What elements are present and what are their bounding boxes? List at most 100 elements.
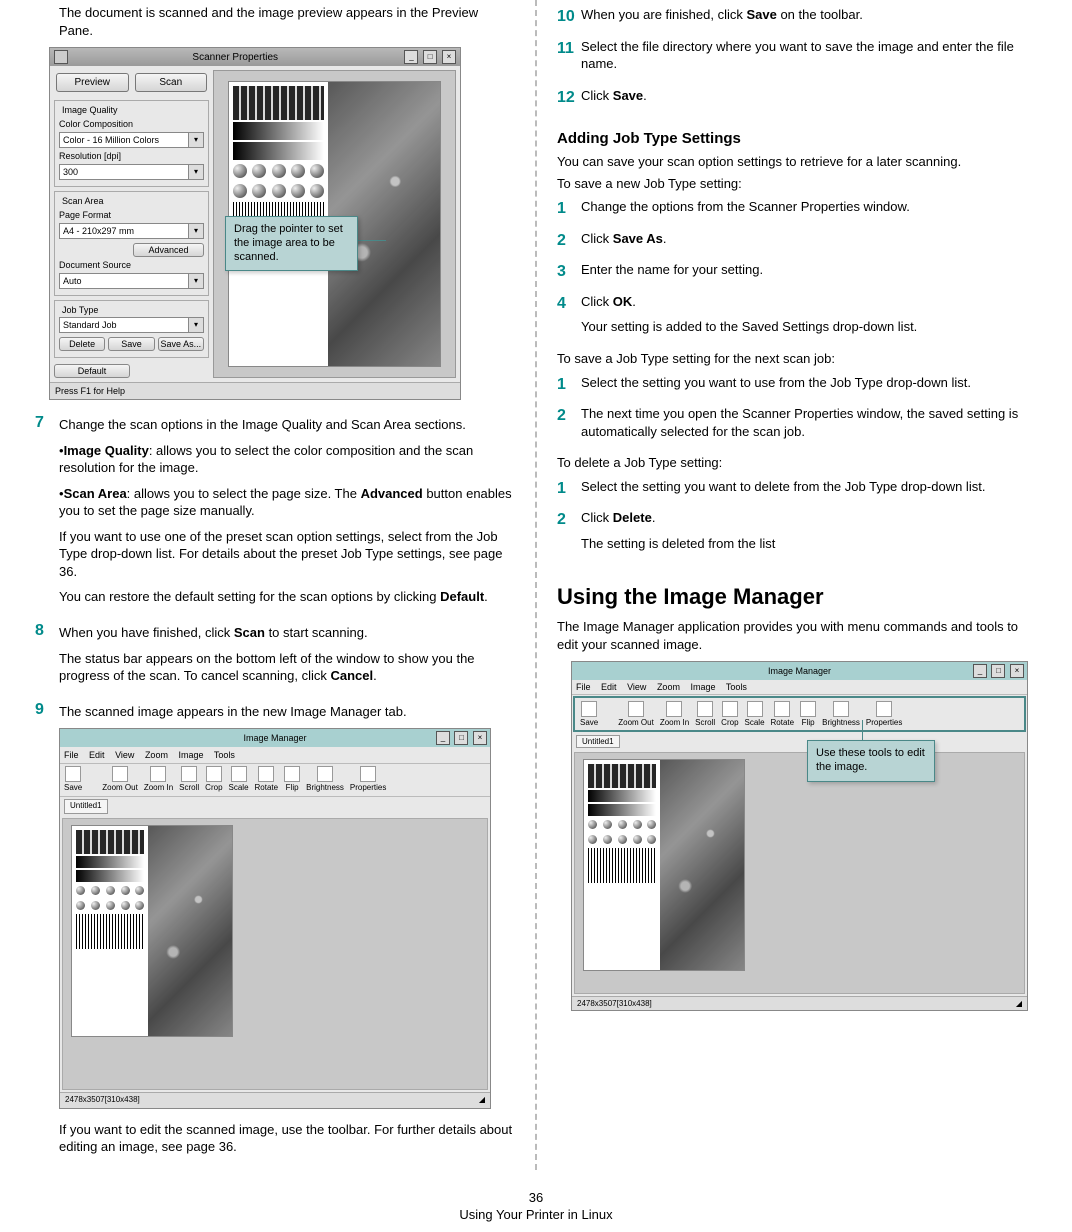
rotate-icon bbox=[258, 766, 274, 782]
window-title: Image Manager bbox=[768, 666, 831, 676]
save-new-step-2: 2Click Save As. bbox=[557, 230, 1037, 256]
menu-file[interactable]: File bbox=[64, 750, 79, 760]
close-icon[interactable]: × bbox=[473, 731, 487, 745]
menu-image[interactable]: Image bbox=[690, 682, 715, 692]
zoom-in-icon bbox=[666, 701, 682, 717]
chevron-down-icon[interactable]: ▾ bbox=[189, 132, 204, 148]
tool-properties[interactable]: Properties bbox=[350, 766, 386, 794]
job-type-select[interactable]: Standard Job▾ bbox=[59, 317, 204, 333]
tool-scale[interactable]: Scale bbox=[745, 701, 765, 727]
step-7: 7 Change the scan options in the Image Q… bbox=[35, 412, 515, 614]
advanced-button[interactable]: Advanced bbox=[133, 243, 204, 257]
save-new-step-4: 4Click OK.Your setting is added to the S… bbox=[557, 293, 1037, 344]
resize-grip-icon[interactable]: ◢ bbox=[1016, 999, 1022, 1008]
menubar[interactable]: File Edit View Zoom Image Tools bbox=[572, 680, 1027, 695]
tool-save[interactable]: Save bbox=[580, 701, 598, 727]
menu-tools[interactable]: Tools bbox=[726, 682, 747, 692]
step-10: 10 When you are finished, click Save on … bbox=[557, 6, 1037, 32]
tool-brightness[interactable]: Brightness bbox=[822, 701, 860, 727]
menu-view[interactable]: View bbox=[115, 750, 134, 760]
heading-adding-job-type: Adding Job Type Settings bbox=[557, 130, 1037, 147]
chevron-down-icon[interactable]: ▾ bbox=[189, 317, 204, 333]
save-as-button[interactable]: Save As... bbox=[158, 337, 204, 351]
resolution-select[interactable]: 300▾ bbox=[59, 164, 204, 180]
tool-crop[interactable]: Crop bbox=[721, 701, 738, 727]
save-button[interactable]: Save bbox=[108, 337, 154, 351]
document-source-select[interactable]: Auto▾ bbox=[59, 273, 204, 289]
step-9: 9 The scanned image appears in the new I… bbox=[35, 699, 515, 1164]
tool-scale[interactable]: Scale bbox=[229, 766, 249, 794]
tool-properties[interactable]: Properties bbox=[866, 701, 902, 727]
toolbar: Save Zoom Out Zoom In Scroll Crop Scale … bbox=[60, 764, 490, 797]
tool-crop[interactable]: Crop bbox=[205, 766, 222, 794]
menu-zoom[interactable]: Zoom bbox=[145, 750, 168, 760]
chevron-down-icon[interactable]: ▾ bbox=[189, 223, 204, 239]
menu-image[interactable]: Image bbox=[178, 750, 203, 760]
menu-zoom[interactable]: Zoom bbox=[657, 682, 680, 692]
label-color-composition: Color Composition bbox=[59, 119, 204, 129]
tab-untitled[interactable]: Untitled1 bbox=[64, 799, 108, 814]
chevron-down-icon[interactable]: ▾ bbox=[189, 164, 204, 180]
delete-button[interactable]: Delete bbox=[59, 337, 105, 351]
scan-button[interactable]: Scan bbox=[135, 73, 208, 92]
tool-zoom-in[interactable]: Zoom In bbox=[660, 701, 689, 727]
canvas[interactable] bbox=[62, 818, 488, 1090]
tool-rotate[interactable]: Rotate bbox=[771, 701, 795, 727]
tool-scroll[interactable]: Scroll bbox=[695, 701, 715, 727]
save-new-step-1: 1Change the options from the Scanner Pro… bbox=[557, 198, 1037, 224]
scale-icon bbox=[231, 766, 247, 782]
flip-icon bbox=[800, 701, 816, 717]
page-format-select[interactable]: A4 - 210x297 mm▾ bbox=[59, 223, 204, 239]
resize-grip-icon[interactable]: ◢ bbox=[479, 1095, 485, 1106]
minimize-icon[interactable]: _ bbox=[404, 50, 418, 64]
save-icon bbox=[65, 766, 81, 782]
menu-tools[interactable]: Tools bbox=[214, 750, 235, 760]
tool-save[interactable]: Save bbox=[64, 766, 82, 794]
tool-zoom-out[interactable]: Zoom Out bbox=[618, 701, 654, 727]
tab-untitled[interactable]: Untitled1 bbox=[576, 735, 620, 748]
tool-zoom-out[interactable]: Zoom Out bbox=[102, 766, 138, 794]
minimize-icon[interactable]: _ bbox=[436, 731, 450, 745]
label-resolution: Resolution [dpi] bbox=[59, 151, 204, 161]
status-bar: Press F1 for Help bbox=[50, 382, 460, 399]
window-title: Scanner Properties bbox=[192, 52, 278, 63]
save-icon bbox=[581, 701, 597, 717]
tool-scroll[interactable]: Scroll bbox=[179, 766, 199, 794]
color-composition-select[interactable]: Color - 16 Million Colors▾ bbox=[59, 132, 204, 148]
chevron-down-icon[interactable]: ▾ bbox=[189, 273, 204, 289]
default-button[interactable]: Default bbox=[54, 364, 130, 378]
window-title: Image Manager bbox=[243, 732, 306, 744]
maximize-icon[interactable]: □ bbox=[423, 50, 437, 64]
close-icon[interactable]: × bbox=[442, 50, 456, 64]
save-new-step-3: 3Enter the name for your setting. bbox=[557, 261, 1037, 287]
tool-zoom-in[interactable]: Zoom In bbox=[144, 766, 173, 794]
zoom-in-icon bbox=[150, 766, 166, 782]
flip-icon bbox=[284, 766, 300, 782]
tool-brightness[interactable]: Brightness bbox=[306, 766, 344, 794]
tool-flip[interactable]: Flip bbox=[800, 701, 816, 727]
menu-file[interactable]: File bbox=[576, 682, 591, 692]
heading-using-image-manager: Using the Image Manager bbox=[557, 584, 1037, 610]
scroll-icon bbox=[697, 701, 713, 717]
close-icon[interactable]: × bbox=[1010, 664, 1024, 678]
minimize-icon[interactable]: _ bbox=[973, 664, 987, 678]
menu-edit[interactable]: Edit bbox=[89, 750, 105, 760]
label-page-format: Page Format bbox=[59, 210, 204, 220]
menubar[interactable]: File Edit View Zoom Image Tools bbox=[60, 747, 490, 764]
status-text: 2478x3507[310x438] bbox=[65, 1095, 140, 1106]
tool-flip[interactable]: Flip bbox=[284, 766, 300, 794]
canvas[interactable] bbox=[574, 752, 1025, 994]
zoom-out-icon bbox=[628, 701, 644, 717]
callout-use-tools: Use these tools to edit the image. bbox=[807, 740, 935, 782]
menu-view[interactable]: View bbox=[627, 682, 646, 692]
maximize-icon[interactable]: □ bbox=[991, 664, 1005, 678]
preview-button[interactable]: Preview bbox=[56, 73, 129, 92]
maximize-icon[interactable]: □ bbox=[454, 731, 468, 745]
left-column: The document is scanned and the image pr… bbox=[20, 0, 530, 1170]
brightness-icon bbox=[833, 701, 849, 717]
image-manager-window: Image Manager _ □ × File Edit View Zoom bbox=[59, 728, 491, 1109]
section-title: Using Your Printer in Linux bbox=[0, 1207, 1072, 1222]
tool-rotate[interactable]: Rotate bbox=[255, 766, 279, 794]
page-footer: 36 Using Your Printer in Linux bbox=[0, 1190, 1072, 1222]
menu-edit[interactable]: Edit bbox=[601, 682, 617, 692]
